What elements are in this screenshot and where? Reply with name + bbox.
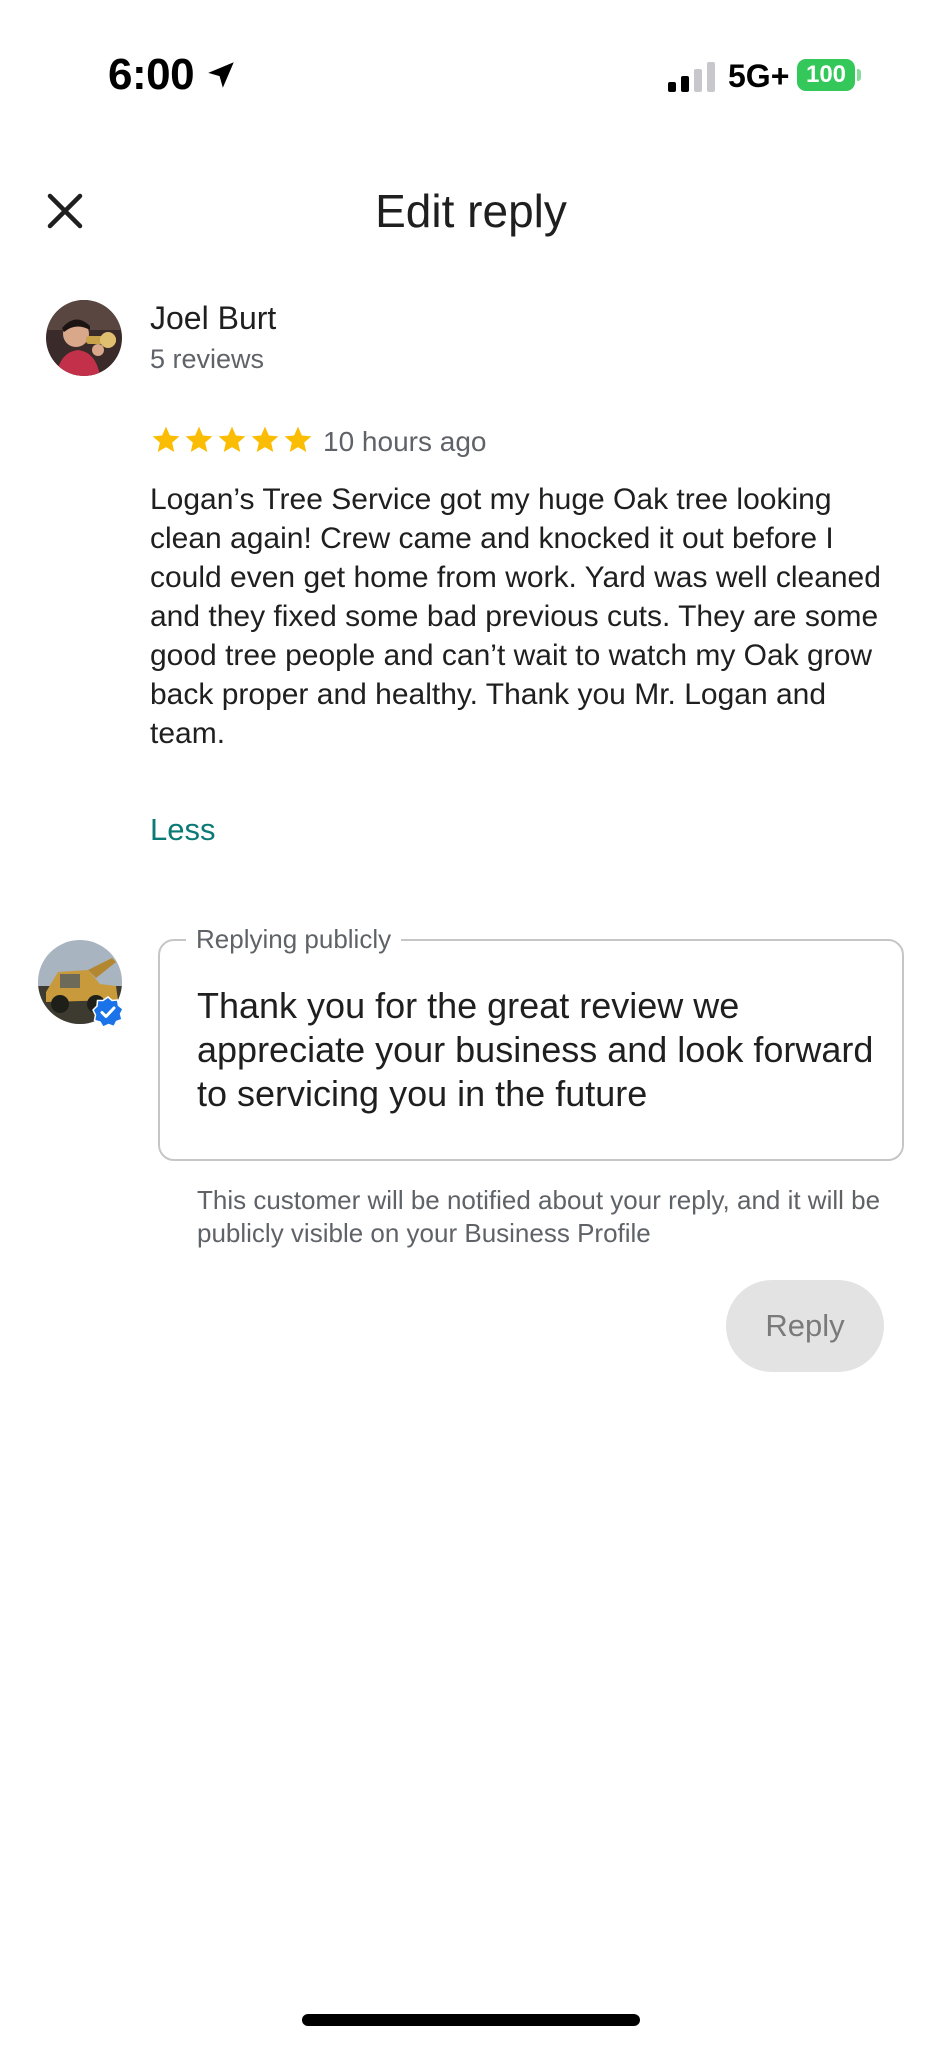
star-icon: [218, 426, 246, 452]
reviewer-name[interactable]: Joel Burt: [150, 300, 276, 337]
reply-input[interactable]: Thank you for the great review we apprec…: [197, 984, 897, 1116]
star-icon: [152, 426, 180, 452]
star-rating: [150, 424, 314, 456]
home-indicator[interactable]: [302, 2014, 640, 2026]
star-icon: [185, 426, 213, 452]
review-text: Logan’s Tree Service got my huge Oak tre…: [150, 483, 881, 750]
reply-field-label: Replying publicly: [186, 924, 402, 955]
star-icon: [284, 426, 312, 452]
page-title: Edit reply: [375, 185, 567, 237]
reply-button[interactable]: Reply: [726, 1280, 884, 1372]
review-time: 10 hours ago: [323, 426, 487, 457]
verified-badge-icon: [92, 996, 124, 1028]
star-icon: [251, 426, 279, 452]
network-label: 5G+: [728, 58, 790, 94]
reviewer-review-count: 5 reviews: [150, 344, 265, 374]
status-time: 6:00: [108, 50, 195, 99]
reply-helper-text: This customer will be notified about you…: [197, 1185, 881, 1248]
less-link[interactable]: Less: [150, 812, 215, 848]
battery-icon: 100: [797, 59, 861, 91]
owner-avatar: [38, 940, 126, 1028]
signal-icon: [668, 62, 715, 92]
reviewer-avatar[interactable]: [46, 300, 122, 376]
battery-level: 100: [805, 61, 847, 88]
status-bar: 6:00 5G+ 100: [0, 0, 942, 150]
location-arrow-icon: [208, 62, 234, 88]
